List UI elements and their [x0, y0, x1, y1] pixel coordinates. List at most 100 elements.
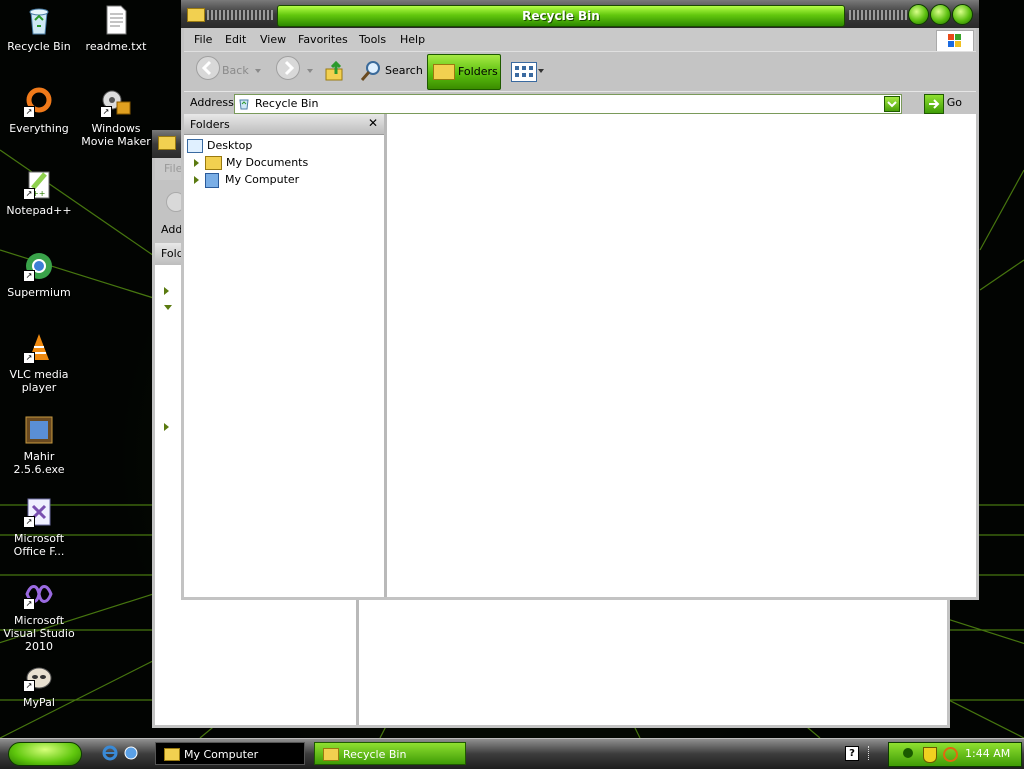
folders-button[interactable]: Folders [427, 54, 501, 90]
desktop-icon-label: Everything [9, 122, 69, 135]
close-button[interactable] [952, 4, 973, 25]
language-icon[interactable] [868, 746, 879, 760]
recycle-bin-window[interactable]: Recycle Bin File Edit View Favorites Too… [181, 0, 979, 600]
titlebar-grip [207, 10, 273, 20]
menu-view[interactable]: View [260, 33, 286, 46]
shortcut-arrow-icon: ↗ [23, 188, 35, 200]
back-button[interactable]: Back [222, 56, 249, 86]
folders-pane: Folders ✕ Desktop My Documents My Comput… [184, 114, 387, 597]
desktop-icon-vlc[interactable]: ↗ VLC media player [0, 332, 78, 394]
folder-icon [323, 748, 339, 761]
text-file-icon [100, 4, 132, 36]
task-label: My Computer [184, 748, 259, 761]
desktop-icon-visual-studio[interactable]: ↗ Microsoft Visual Studio 2010 [0, 578, 78, 653]
shortcut-arrow-icon: ↗ [100, 106, 112, 118]
views-dropdown-icon[interactable] [538, 69, 544, 73]
network-icon[interactable] [903, 748, 913, 758]
quick-launch-icon[interactable] [123, 745, 139, 761]
address-value: Recycle Bin [255, 97, 319, 110]
search-tray-icon[interactable] [943, 747, 958, 762]
search-icon[interactable] [360, 60, 382, 82]
close-icon[interactable]: ✕ [368, 116, 378, 130]
tree-item-label: My Documents [226, 156, 309, 169]
views-icon[interactable] [511, 62, 537, 82]
tree-expander-icon[interactable] [164, 287, 169, 295]
tree-expander-icon[interactable] [194, 176, 199, 184]
windows-logo-icon [936, 30, 974, 52]
visual-studio-icon: ↗ [23, 578, 55, 610]
task-button-my-computer[interactable]: My Computer [155, 742, 305, 765]
help-icon[interactable]: ? [845, 746, 859, 761]
minimize-button[interactable] [908, 4, 929, 25]
desktop-icon-label: Supermium [7, 286, 71, 299]
address-dropdown-button[interactable] [884, 96, 900, 112]
my-documents-icon [205, 156, 222, 170]
clock[interactable]: 1:44 AM [965, 747, 1010, 760]
desktop-icon-everything[interactable]: ↗ Everything [0, 86, 78, 135]
standard-toolbar: Back Search Folders [184, 51, 976, 92]
menu-tools[interactable]: Tools [359, 33, 386, 46]
back-arrow-icon[interactable] [196, 56, 220, 80]
security-shield-icon[interactable] [923, 747, 937, 763]
tree-expander-icon[interactable] [194, 159, 199, 167]
folder-icon [164, 748, 180, 761]
desktop-icon-supermium[interactable]: ↗ Supermium [0, 250, 78, 299]
up-folder-icon[interactable] [324, 60, 346, 82]
desktop-icon-movie-maker[interactable]: ↗ Windows Movie Maker [77, 86, 155, 148]
menu-favorites[interactable]: Favorites [298, 33, 348, 46]
tree-item-my-computer[interactable]: My Computer [194, 172, 299, 188]
tree-item-label: Desktop [207, 139, 253, 152]
task-label: Recycle Bin [343, 748, 407, 761]
go-arrow-icon[interactable] [924, 94, 944, 114]
folders-button-label: Folders [458, 65, 498, 78]
desktop-icon-label: Microsoft Office F... [13, 532, 65, 558]
menu-bar: File Edit View Favorites Tools Help [184, 28, 976, 52]
address-label: Address [190, 96, 234, 109]
tree-item-my-documents[interactable]: My Documents [194, 155, 308, 171]
menu-file[interactable]: File [194, 33, 212, 46]
shortcut-arrow-icon: ↗ [23, 270, 35, 282]
desktop-icon-readme[interactable]: readme.txt [77, 4, 155, 53]
folders-pane-header: Folders ✕ [184, 114, 384, 135]
shortcut-arrow-icon: ↗ [23, 598, 35, 610]
desktop-icon-office-file[interactable]: ↗ Microsoft Office F... [0, 496, 78, 558]
desktop-icon-mahir[interactable]: Mahir 2.5.6.exe [0, 414, 78, 476]
desktop-icon-notepad-plus-plus[interactable]: ++ ↗ Notepad++ [0, 168, 78, 217]
titlebar-grip [849, 10, 907, 20]
menu-help[interactable]: Help [400, 33, 425, 46]
desktop-icon-label: Recycle Bin [7, 40, 71, 53]
tree-collapse-icon[interactable] [164, 305, 172, 310]
tree-item-desktop[interactable]: Desktop [187, 138, 252, 154]
desktop: Recycle Bin readme.txt ↗ Everything ↗ Wi… [0, 0, 1024, 738]
movie-maker-icon: ↗ [100, 86, 132, 118]
tree-item-label: My Computer [225, 173, 300, 186]
shortcut-arrow-icon: ↗ [23, 516, 35, 528]
desktop-icon-label: Notepad++ [6, 204, 72, 217]
recycle-bin-small-icon [238, 97, 250, 110]
internet-explorer-icon[interactable] [102, 745, 118, 761]
supermium-browser-icon: ↗ [23, 250, 55, 282]
forward-arrow-icon[interactable] [276, 56, 300, 80]
maximize-button[interactable] [930, 4, 951, 25]
start-button[interactable] [8, 742, 82, 766]
office-file-icon: ↗ [23, 496, 55, 528]
desktop-icon-mypal[interactable]: ↗ MyPal [0, 660, 78, 709]
search-button[interactable]: Search [385, 56, 423, 86]
forward-dropdown-icon[interactable] [307, 69, 313, 73]
folder-icon [187, 8, 205, 22]
go-button[interactable]: Go [947, 96, 962, 109]
address-input[interactable]: Recycle Bin [234, 94, 902, 114]
chevron-down-icon [887, 101, 897, 108]
recycle-bin-icon [23, 4, 55, 36]
folders-icon [433, 64, 455, 80]
shortcut-arrow-icon: ↗ [23, 680, 35, 692]
menu-edit[interactable]: Edit [225, 33, 246, 46]
file-list-pane[interactable] [387, 114, 976, 597]
desktop-icon-recycle-bin[interactable]: Recycle Bin [0, 4, 78, 53]
window-titlebar[interactable]: Recycle Bin [181, 0, 979, 28]
back-dropdown-icon[interactable] [255, 69, 261, 73]
tree-expander-icon[interactable] [164, 423, 169, 431]
folder-icon [158, 136, 176, 150]
task-button-recycle-bin[interactable]: Recycle Bin [314, 742, 466, 765]
executable-icon [23, 414, 55, 446]
